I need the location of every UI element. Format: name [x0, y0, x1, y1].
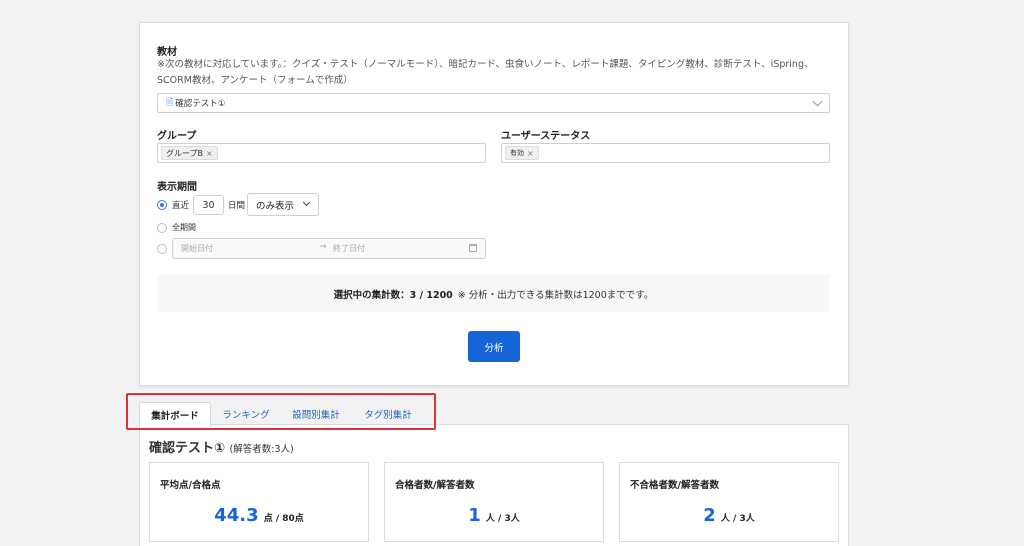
- average-score-card: 平均点/合格点 44.3 点 / 80点: [149, 462, 369, 542]
- group-label: グループ: [157, 131, 197, 142]
- group-select[interactable]: グループB ×: [157, 143, 486, 163]
- card-value: 1: [468, 505, 481, 526]
- selection-count: 選択中の集計数：3 / 1200: [333, 289, 453, 301]
- group-tag-label: グループB: [166, 148, 204, 158]
- all-period-radio[interactable]: [157, 223, 167, 233]
- calendar-icon[interactable]: [469, 244, 477, 252]
- user-status-select[interactable]: 有効 ×: [501, 143, 830, 163]
- card-title: 合格者数/解答者数: [395, 480, 475, 491]
- user-status-label: ユーザーステータス: [501, 131, 591, 142]
- remove-tag-icon[interactable]: ×: [206, 149, 213, 158]
- period-label: 表示期間: [157, 182, 197, 193]
- date-range-picker[interactable]: 開始日付 → 終了日付: [172, 238, 486, 259]
- display-mode-value: のみ表示: [256, 200, 295, 212]
- date-range-radio[interactable]: [157, 244, 167, 254]
- card-value: 44.3: [214, 505, 259, 526]
- report-title-text: 確認テスト①: [149, 441, 226, 456]
- recent-days-input[interactable]: 30: [193, 195, 224, 215]
- start-date-input[interactable]: 開始日付: [181, 243, 213, 254]
- selection-summary: 選択中の集計数：3 / 1200 ※ 分析・出力できる集計数は1200までです。: [157, 275, 830, 312]
- status-tag-label: 有効: [510, 149, 524, 157]
- chevron-down-icon: [302, 198, 311, 207]
- arrow-right-icon: →: [319, 242, 327, 252]
- group-tag: グループB ×: [161, 146, 218, 160]
- end-date-input[interactable]: 終了日付: [333, 243, 365, 254]
- card-title: 不合格者数/解答者数: [630, 480, 719, 491]
- material-label: 教材: [157, 47, 177, 58]
- display-mode-select[interactable]: のみ表示: [247, 193, 319, 216]
- card-unit: 人 / 3人: [485, 514, 520, 524]
- report-title: 確認テスト① (解答者数:3人): [149, 437, 294, 456]
- card-unit: 人 / 3人: [720, 514, 755, 524]
- material-select[interactable]: 🗎 確認テスト①: [157, 93, 830, 113]
- recent-label: 直近: [172, 201, 190, 211]
- card-title: 平均点/合格点: [160, 480, 221, 491]
- status-tag: 有効 ×: [505, 146, 539, 160]
- analyze-button[interactable]: 分析: [468, 331, 520, 362]
- fail-count-card: 不合格者数/解答者数 2 人 / 3人: [619, 462, 839, 542]
- recent-radio[interactable]: [157, 200, 167, 210]
- tabs-highlight-box: [126, 393, 436, 430]
- selection-note: ※ 分析・出力できる集計数は1200までです。: [457, 289, 654, 301]
- card-unit: 点 / 80点: [263, 514, 304, 524]
- all-period-label: 全期間: [172, 223, 196, 232]
- days-label: 日間: [228, 201, 246, 211]
- remove-tag-icon[interactable]: ×: [527, 149, 534, 158]
- pass-count-card: 合格者数/解答者数 1 人 / 3人: [384, 462, 604, 542]
- card-value: 2: [703, 505, 716, 526]
- chevron-down-icon: [812, 96, 823, 107]
- document-icon: 🗎: [166, 98, 174, 108]
- material-note: ※次の教材に対応しています。：クイズ・テスト（ノーマルモード）、暗記カード、虫食…: [157, 59, 814, 86]
- respondent-count: (解答者数:3人): [229, 444, 294, 455]
- material-select-value: 確認テスト①: [175, 99, 226, 109]
